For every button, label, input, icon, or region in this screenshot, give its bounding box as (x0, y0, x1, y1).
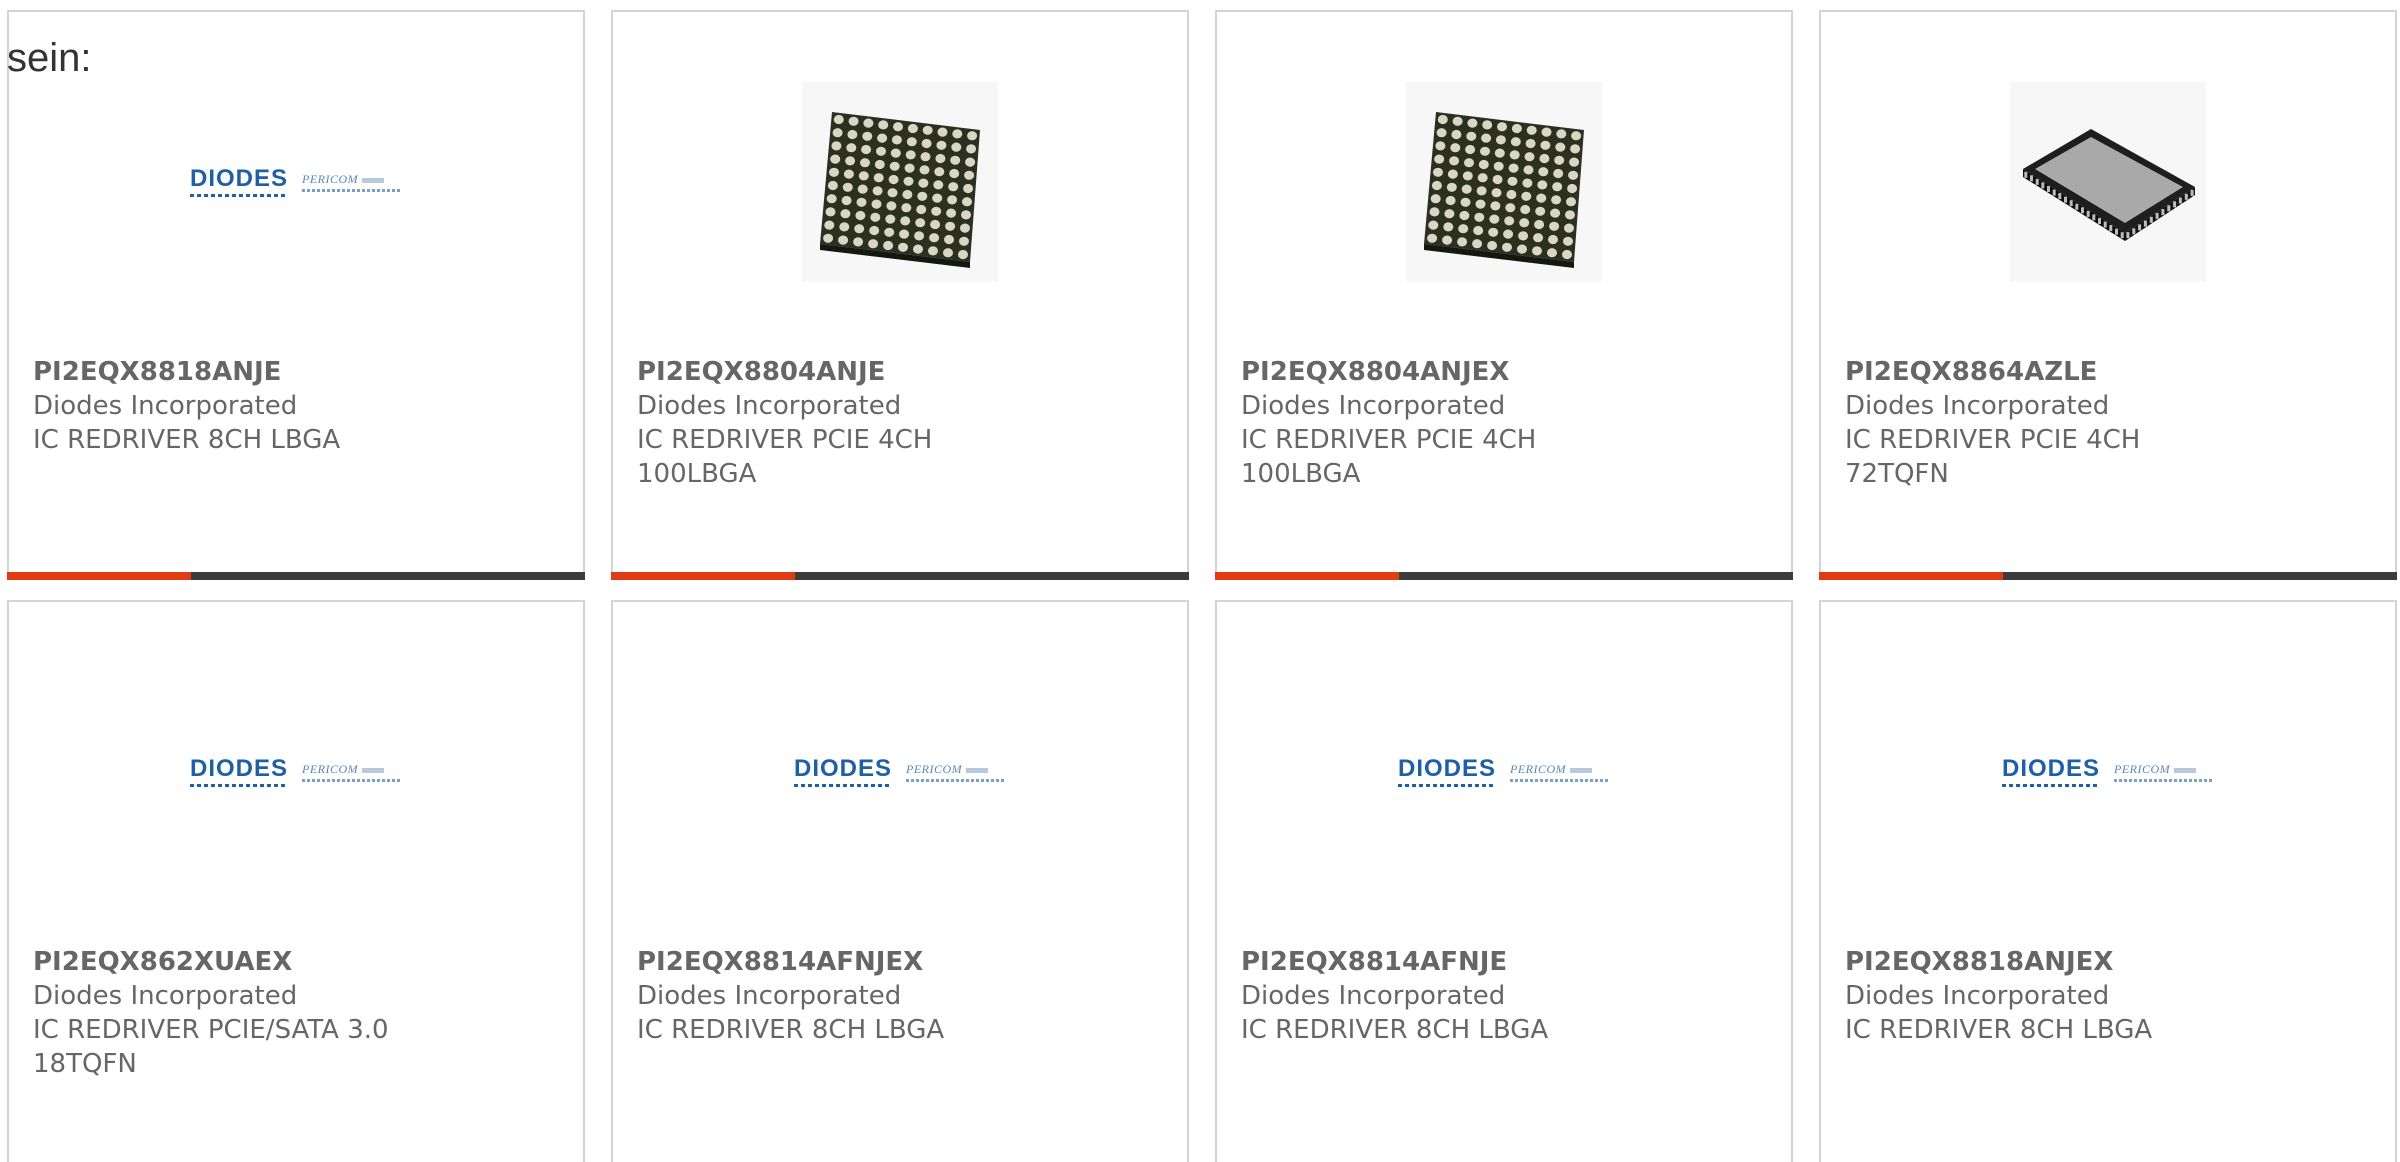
part-number[interactable]: PI2EQX862XUAEX (33, 945, 563, 979)
part-number[interactable]: PI2EQX8814AFNJE (1241, 945, 1771, 979)
diodes-logo-text: DIODES (189, 167, 288, 197)
pericom-logo-text: PERICOM (1510, 762, 1610, 782)
product-card[interactable]: DIODES PERICOM PI2EQX862XUAEX Diodes Inco… (7, 600, 585, 1162)
manufacturer: Diodes Incorporated (1241, 981, 1506, 1011)
description: IC REDRIVER PCIE/SATA 3.0 18TQFN (33, 1015, 389, 1079)
product-image: DIODES PERICOM (9, 72, 583, 292)
manufacturer: Diodes Incorporated (637, 391, 902, 421)
diodes-logo-text: DIODES (793, 757, 892, 787)
diodes-logo-text: DIODES (189, 757, 288, 787)
description: IC REDRIVER 8CH LBGA (1845, 1015, 2153, 1045)
product-image: DIODES PERICOM (613, 662, 1187, 882)
description: IC REDRIVER PCIE 4CH 100LBGA (637, 425, 933, 489)
part-number[interactable]: PI2EQX8814AFNJEX (637, 945, 1167, 979)
description: IC REDRIVER PCIE 4CH 100LBGA (1241, 425, 1537, 489)
pericom-logo-text: PERICOM (906, 762, 1006, 782)
part-number[interactable]: PI2EQX8818ANJEX (1845, 945, 2375, 979)
pericom-logo-text: PERICOM (302, 172, 402, 192)
part-number[interactable]: PI2EQX8804ANJEX (1241, 355, 1771, 389)
product-card[interactable]: DIODES PERICOM PI2EQX8818ANJE Diodes Inco… (7, 10, 585, 580)
manufacturer: Diodes Incorporated (637, 981, 902, 1011)
product-card[interactable]: DIODES PERICOM PI2EQX8814AFNJE Diodes Inc… (1215, 600, 1793, 1162)
product-image: DIODES PERICOM (1217, 662, 1791, 882)
part-number[interactable]: PI2EQX8818ANJE (33, 355, 563, 389)
manufacturer: Diodes Incorporated (33, 981, 298, 1011)
product-image: DIODES PERICOM (1821, 662, 2395, 882)
card-underline-bar (1819, 572, 2397, 580)
product-image (1217, 72, 1791, 292)
description: IC REDRIVER 8CH LBGA (33, 425, 341, 455)
card-underline-bar (7, 572, 585, 580)
diodes-logo-text: DIODES (1397, 757, 1496, 787)
product-grid-page: sein: DIODES PERICOM PI2EQX8818ANJE Diode… (0, 0, 2400, 1162)
description: IC REDRIVER 8CH LBGA (637, 1015, 945, 1045)
description: IC REDRIVER 8CH LBGA (1241, 1015, 1549, 1045)
pericom-logo-text: PERICOM (302, 762, 402, 782)
product-image (1821, 72, 2395, 292)
diodes-logo-text: DIODES (2001, 757, 2100, 787)
card-underline-bar (1215, 572, 1793, 580)
manufacturer: Diodes Incorporated (1845, 981, 2110, 1011)
product-image: DIODES PERICOM (9, 662, 583, 882)
diodes-pericom-logo: DIODES PERICOM (2001, 757, 2214, 787)
tqfn-chip-photo (2010, 82, 2206, 282)
manufacturer: Diodes Incorporated (33, 391, 298, 421)
card-underline-bar (611, 572, 1189, 580)
product-grid: DIODES PERICOM PI2EQX8818ANJE Diodes Inco… (7, 10, 2400, 1162)
product-card[interactable]: DIODES PERICOM PI2EQX8814AFNJEX Diodes In… (611, 600, 1189, 1162)
pericom-logo-text: PERICOM (2114, 762, 2214, 782)
manufacturer: Diodes Incorporated (1845, 391, 2110, 421)
product-card[interactable]: PI2EQX8804ANJE Diodes Incorporated IC RE… (611, 10, 1189, 580)
product-card[interactable]: DIODES PERICOM PI2EQX8818ANJEX Diodes Inc… (1819, 600, 2397, 1162)
diodes-pericom-logo: DIODES PERICOM (1397, 757, 1610, 787)
product-image (613, 72, 1187, 292)
diodes-pericom-logo: DIODES PERICOM (189, 757, 402, 787)
manufacturer: Diodes Incorporated (1241, 391, 1506, 421)
bga-chip-photo (1406, 82, 1602, 282)
part-number[interactable]: PI2EQX8864AZLE (1845, 355, 2375, 389)
product-card[interactable]: PI2EQX8804ANJEX Diodes Incorporated IC R… (1215, 10, 1793, 580)
diodes-pericom-logo: DIODES PERICOM (793, 757, 1006, 787)
product-card[interactable]: PI2EQX8864AZLE Diodes Incorporated IC RE… (1819, 10, 2397, 580)
part-number[interactable]: PI2EQX8804ANJE (637, 355, 1167, 389)
diodes-pericom-logo: DIODES PERICOM (189, 167, 402, 197)
bga-chip-photo (802, 82, 998, 282)
description: IC REDRIVER PCIE 4CH 72TQFN (1845, 425, 2141, 489)
intro-text: sein: (7, 36, 92, 80)
